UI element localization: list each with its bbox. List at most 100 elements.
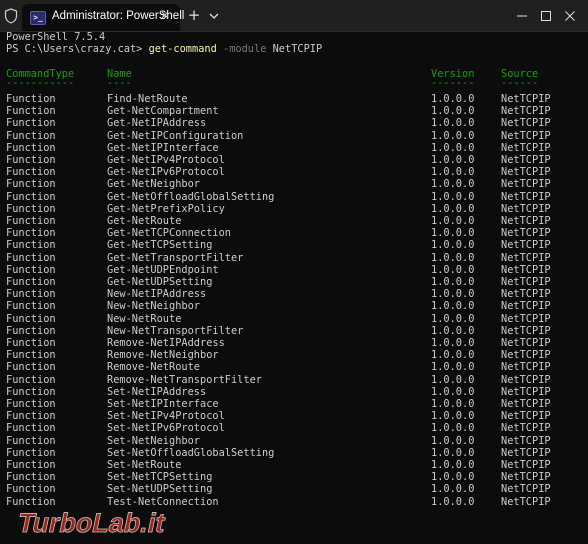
- cell-version: 1.0.0.0: [431, 263, 475, 276]
- table-row: Function Remove-NetIPAddress 1.0.0.0 NetTCP…: [6, 337, 586, 349]
- cell-source: NetTCPIP: [501, 117, 551, 130]
- cell-name: Get-NetUDPSetting: [107, 276, 213, 288]
- cell-name: Get-NetIPv4Protocol: [107, 154, 225, 166]
- cell-source: NetTCPIP: [501, 349, 551, 362]
- cell-source: NetTCPIP: [501, 446, 551, 459]
- cell-commandtype: Function: [6, 251, 56, 264]
- underline-source: ------: [501, 77, 539, 89]
- cell-commandtype: Function: [6, 166, 56, 179]
- underline-version: -------: [431, 77, 475, 89]
- shield-icon: [4, 8, 18, 24]
- table-row: Function Get-NetUDPEndpoint 1.0.0.0 NetTCPI…: [6, 264, 586, 276]
- table-row: Function Set-NetUDPSetting 1.0.0.0 NetTCPIP: [6, 483, 586, 495]
- cell-source: NetTCPIP: [501, 202, 551, 215]
- table-row: Function Set-NetIPv6Protocol 1.0.0.0 NetTCP…: [6, 422, 586, 434]
- cell-source: NetTCPIP: [501, 422, 551, 435]
- cell-version: 1.0.0.0: [431, 251, 475, 264]
- cell-version: 1.0.0.0: [431, 495, 475, 508]
- command-arg: NetTCPIP: [272, 43, 323, 55]
- svg-text:TurboLab.it: TurboLab.it: [15, 507, 168, 538]
- cell-source: NetTCPIP: [501, 190, 551, 203]
- cell-name: Remove-NetTransportFilter: [107, 373, 262, 386]
- cell-commandtype: Function: [6, 324, 56, 337]
- cell-source: NetTCPIP: [501, 239, 551, 252]
- cell-commandtype: Function: [6, 373, 56, 386]
- cell-source: NetTCPIP: [501, 324, 551, 337]
- version-line: PowerShell 7.5.4: [6, 31, 106, 43]
- cell-name: Get-NetTCPConnection: [107, 227, 231, 240]
- cell-name: Get-NetIPConfiguration: [107, 129, 244, 142]
- cell-source: NetTCPIP: [501, 337, 551, 349]
- cell-name: Set-NetIPv4Protocol: [107, 410, 225, 423]
- plus-icon[interactable]: +: [186, 6, 202, 24]
- cell-name: Get-NetUDPEndpoint: [107, 263, 219, 276]
- cell-commandtype: Function: [6, 141, 56, 154]
- cell-version: 1.0.0.0: [431, 434, 475, 447]
- cell-source: NetTCPIP: [501, 385, 551, 398]
- cell-commandtype: Function: [6, 459, 56, 471]
- cell-version: 1.0.0.0: [431, 141, 475, 154]
- table-row: Function Remove-NetTransportFilter 1.0.0.0…: [6, 374, 586, 386]
- table-row: Function New-NetRoute 1.0.0.0 NetTCPIP: [6, 313, 586, 325]
- table-row: Function Set-NetNeighbor 1.0.0.0 NetTCPIP: [6, 435, 586, 447]
- table-row: Function Get-NetUDPSetting 1.0.0.0 NetTCPIP: [6, 276, 586, 288]
- cell-name: New-NetNeighbor: [107, 300, 200, 313]
- table-row: Function Get-NetIPAddress 1.0.0.0 NetTCPIP: [6, 117, 586, 129]
- cell-commandtype: Function: [6, 129, 56, 142]
- cell-version: 1.0.0.0: [431, 105, 475, 118]
- terminal-output[interactable]: PowerShell 7.5.4 PS C:\Users\crazy.cat> …: [6, 31, 586, 540]
- cell-name: Set-NetOffloadGlobalSetting: [107, 446, 275, 459]
- cell-name: Set-NetTCPSetting: [107, 471, 213, 484]
- cell-version: 1.0.0.0: [431, 459, 475, 471]
- cell-commandtype: Function: [6, 227, 56, 240]
- cell-source: NetTCPIP: [501, 434, 551, 447]
- table-row: Function Get-NetIPInterface 1.0.0.0 NetTCPI…: [6, 142, 586, 154]
- table-row: Function Get-NetTCPConnection 1.0.0.0 NetTC…: [6, 227, 586, 239]
- cell-commandtype: Function: [6, 385, 56, 398]
- table-row: Function Set-NetIPInterface 1.0.0.0 NetTCPI…: [6, 398, 586, 410]
- cell-version: 1.0.0.0: [431, 227, 475, 240]
- table-row: Function Get-NetNeighbor 1.0.0.0 NetTCPIP: [6, 178, 586, 190]
- cell-source: NetTCPIP: [501, 215, 551, 227]
- cell-source: NetTCPIP: [501, 361, 551, 374]
- cell-name: Get-NetIPv6Protocol: [107, 166, 225, 179]
- cell-commandtype: Function: [6, 93, 56, 105]
- cell-version: 1.0.0.0: [431, 154, 475, 166]
- cell-version: 1.0.0.0: [431, 215, 475, 227]
- title-bar: >_ Administrator: PowerShell ✕ +: [0, 0, 588, 32]
- cell-source: NetTCPIP: [501, 263, 551, 276]
- cell-source: NetTCPIP: [501, 288, 551, 301]
- chevron-down-icon[interactable]: [207, 8, 221, 22]
- cell-source: NetTCPIP: [501, 276, 551, 288]
- cell-name: Get-NetIPAddress: [107, 117, 207, 130]
- cell-name: Get-NetRoute: [107, 215, 182, 227]
- tab-powershell[interactable]: >_ Administrator: PowerShell ✕: [22, 4, 184, 31]
- cell-source: NetTCPIP: [501, 251, 551, 264]
- cell-commandtype: Function: [6, 202, 56, 215]
- cell-commandtype: Function: [6, 276, 56, 288]
- table-row: Function Set-NetOffloadGlobalSetting 1.0.0…: [6, 447, 586, 459]
- cell-name: Get-NetTransportFilter: [107, 251, 244, 264]
- cell-commandtype: Function: [6, 288, 56, 301]
- cell-version: 1.0.0.0: [431, 117, 475, 130]
- cell-version: 1.0.0.0: [431, 178, 475, 191]
- cell-commandtype: Function: [6, 422, 56, 435]
- close-icon[interactable]: ✕: [158, 9, 172, 23]
- cell-commandtype: Function: [6, 398, 56, 410]
- cell-version: 1.0.0.0: [431, 422, 475, 435]
- cell-name: Set-NetIPv6Protocol: [107, 422, 225, 435]
- table-row: Function Set-NetTCPSetting 1.0.0.0 NetTCPIP: [6, 471, 586, 483]
- cell-version: 1.0.0.0: [431, 324, 475, 337]
- table-row: Function Set-NetRoute 1.0.0.0 NetTCPIP: [6, 459, 586, 471]
- cell-commandtype: Function: [6, 117, 56, 130]
- close-window-button[interactable]: [548, 0, 588, 31]
- watermark-logo: TurboLab.it: [0, 506, 230, 540]
- cell-commandtype: Function: [6, 215, 56, 227]
- cell-name: New-NetTransportFilter: [107, 324, 244, 337]
- table-row: Function Set-NetIPAddress 1.0.0.0 NetTCPIP: [6, 386, 586, 398]
- powershell-icon: >_: [30, 11, 46, 25]
- table-row: Function New-NetIPAddress 1.0.0.0 NetTCPIP: [6, 288, 586, 300]
- cell-commandtype: Function: [6, 337, 56, 349]
- cell-source: NetTCPIP: [501, 312, 551, 325]
- cell-version: 1.0.0.0: [431, 349, 475, 362]
